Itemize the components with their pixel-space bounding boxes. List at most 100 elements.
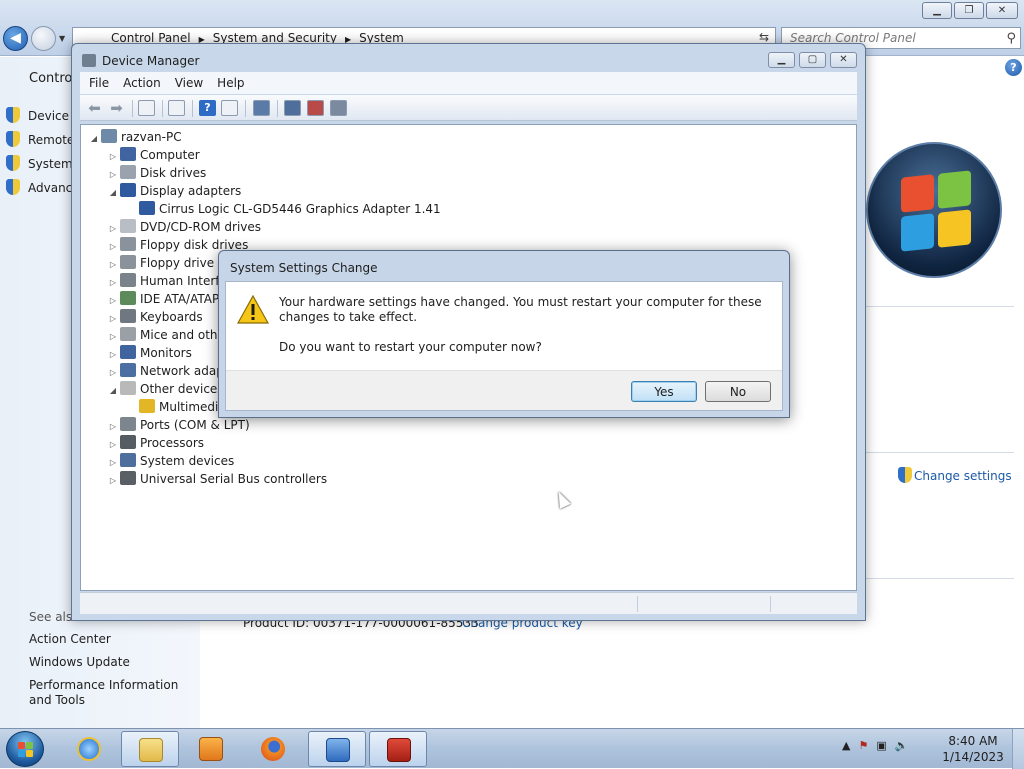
- control-panel-home-link[interactable]: Control: [29, 71, 76, 86]
- close-button[interactable]: ✕: [830, 52, 857, 68]
- hid-icon: [120, 273, 136, 287]
- tree-item[interactable]: ▷ Floppy drive c: [108, 254, 225, 272]
- back-arrow-icon[interactable]: ⬅: [86, 100, 103, 116]
- tree-item[interactable]: ▷ Universal Serial Bus controllers: [108, 470, 327, 488]
- action-center-flag-icon[interactable]: ⚑: [858, 739, 868, 752]
- tree-item[interactable]: Multimedi: [127, 398, 218, 416]
- sidebar-item-system-protection[interactable]: System: [6, 155, 73, 171]
- tree-item[interactable]: ▷ Keyboards: [108, 308, 203, 326]
- sidebar-item-advanced-settings[interactable]: Advanc: [6, 179, 72, 195]
- help-icon[interactable]: ?: [199, 100, 216, 116]
- show-desktop-button[interactable]: [1012, 729, 1024, 769]
- change-settings-link[interactable]: Change settings: [898, 467, 1012, 483]
- menu-action[interactable]: Action: [118, 72, 166, 94]
- performance-information-link[interactable]: Performance Information and Tools: [29, 678, 199, 708]
- collapse-arrow-icon[interactable]: ◢: [89, 130, 99, 148]
- taskbar-file-explorer[interactable]: [121, 731, 179, 767]
- disable-device-icon[interactable]: [330, 100, 347, 116]
- no-button[interactable]: No: [705, 381, 771, 402]
- display-adapter-icon: [120, 183, 136, 197]
- tree-item[interactable]: ▷ Ports (COM & LPT): [108, 416, 250, 434]
- tree-item[interactable]: ▷ Disk drives: [108, 164, 206, 182]
- processor-icon: [120, 435, 136, 449]
- tree-item[interactable]: ◢ Display adapters: [108, 182, 241, 200]
- collapse-arrow-icon[interactable]: ◢: [108, 184, 118, 202]
- scan-hardware-icon[interactable]: [253, 100, 270, 116]
- yes-button[interactable]: Yes: [631, 381, 697, 402]
- taskbar-device-manager[interactable]: [369, 731, 427, 767]
- collapse-arrow-icon[interactable]: ◢: [108, 382, 118, 400]
- toolbar-separator: [132, 100, 133, 117]
- clock[interactable]: 8:40 AM 1/14/2023: [940, 733, 1006, 765]
- taskbar-internet-explorer[interactable]: [60, 731, 118, 767]
- back-button[interactable]: ◀: [3, 26, 28, 51]
- tree-item-label: Floppy drive c: [140, 256, 225, 270]
- start-button[interactable]: [6, 731, 44, 767]
- tree-item[interactable]: Cirrus Logic CL-GD5446 Graphics Adapter …: [127, 200, 441, 218]
- floppy-icon: [120, 255, 136, 269]
- media-player-icon: [199, 737, 223, 761]
- tree-item[interactable]: ▷ Human Interfa: [108, 272, 227, 290]
- tree-item[interactable]: ◢ razvan-PC: [89, 128, 182, 146]
- action-pane-icon[interactable]: [221, 100, 238, 116]
- maximize-button[interactable]: ▢: [799, 52, 826, 68]
- file-explorer-icon: [139, 738, 163, 762]
- search-icon[interactable]: ⚲: [1006, 29, 1016, 49]
- windows-logo: [866, 142, 1002, 278]
- tree-item[interactable]: ◢ Other devices: [108, 380, 224, 398]
- taskbar-media-player[interactable]: [182, 731, 240, 767]
- menu-view[interactable]: View: [170, 72, 208, 94]
- toolbar-separator: [245, 100, 246, 117]
- taskbar-firefox[interactable]: [244, 731, 302, 767]
- toolbar-separator: [162, 100, 163, 117]
- device-manager-icon: [82, 54, 96, 67]
- forward-button[interactable]: [31, 26, 56, 51]
- network-icon[interactable]: ▣: [876, 739, 886, 752]
- tree-item[interactable]: ▷ Monitors: [108, 344, 192, 362]
- monitor-icon: [120, 147, 136, 161]
- tree-item[interactable]: ▷ IDE ATA/ATAP: [108, 290, 219, 308]
- show-hide-console-tree-icon[interactable]: [138, 100, 155, 116]
- expand-arrow-icon[interactable]: ▷: [108, 472, 118, 490]
- tree-item[interactable]: ▷ Processors: [108, 434, 204, 452]
- firefox-icon: [261, 737, 285, 761]
- tree-item[interactable]: ▷ DVD/CD-ROM drives: [108, 218, 261, 236]
- recent-pages-dropdown[interactable]: ▼: [59, 34, 65, 43]
- window-title: Device Manager: [102, 54, 200, 68]
- tree-item-label: Universal Serial Bus controllers: [140, 472, 328, 486]
- change-settings-label: Change settings: [914, 469, 1012, 483]
- tree-item[interactable]: ▷ Network adap: [108, 362, 224, 380]
- maximize-button[interactable]: ❐: [954, 2, 984, 19]
- sidebar-item-label: System: [28, 157, 73, 171]
- volume-icon[interactable]: 🔈: [895, 739, 909, 752]
- help-icon[interactable]: ?: [1005, 59, 1022, 76]
- show-hidden-icons-icon[interactable]: ▲: [842, 739, 850, 752]
- status-divider: [637, 596, 638, 612]
- tree-item[interactable]: ▷ Mice and othe: [108, 326, 225, 344]
- forward-arrow-icon[interactable]: ➡: [108, 100, 125, 116]
- menu-help[interactable]: Help: [212, 72, 249, 94]
- tree-item-label: Cirrus Logic CL-GD5446 Graphics Adapter …: [159, 202, 441, 216]
- uninstall-icon[interactable]: [307, 100, 324, 116]
- action-center-link[interactable]: Action Center: [29, 632, 199, 647]
- shield-icon: [898, 467, 912, 483]
- tree-item[interactable]: ▷ System devices: [108, 452, 234, 470]
- divider: [866, 306, 1014, 307]
- taskbar-control-panel[interactable]: [308, 731, 366, 767]
- tree-item-label: Disk drives: [140, 166, 207, 180]
- menu-file[interactable]: File: [84, 72, 114, 94]
- properties-icon[interactable]: [168, 100, 185, 116]
- minimize-button[interactable]: ▁: [922, 2, 952, 19]
- close-button[interactable]: ✕: [986, 2, 1018, 19]
- display-adapter-icon: [139, 201, 155, 215]
- tree-item-label: IDE ATA/ATAP: [140, 292, 220, 306]
- sidebar-item-remote-settings[interactable]: Remote: [6, 131, 74, 147]
- tree-item-label: Multimedi: [159, 400, 219, 414]
- minimize-button[interactable]: ▁: [768, 52, 795, 68]
- windows-update-link[interactable]: Windows Update: [29, 655, 199, 670]
- tree-item[interactable]: ▷ Computer: [108, 146, 200, 164]
- taskbar: ▲ ⚑ ▣ 🔈 8:40 AM 1/14/2023: [0, 728, 1024, 769]
- update-driver-icon[interactable]: [284, 100, 301, 116]
- mouse-icon: [120, 327, 136, 341]
- computer-icon: [101, 129, 117, 143]
